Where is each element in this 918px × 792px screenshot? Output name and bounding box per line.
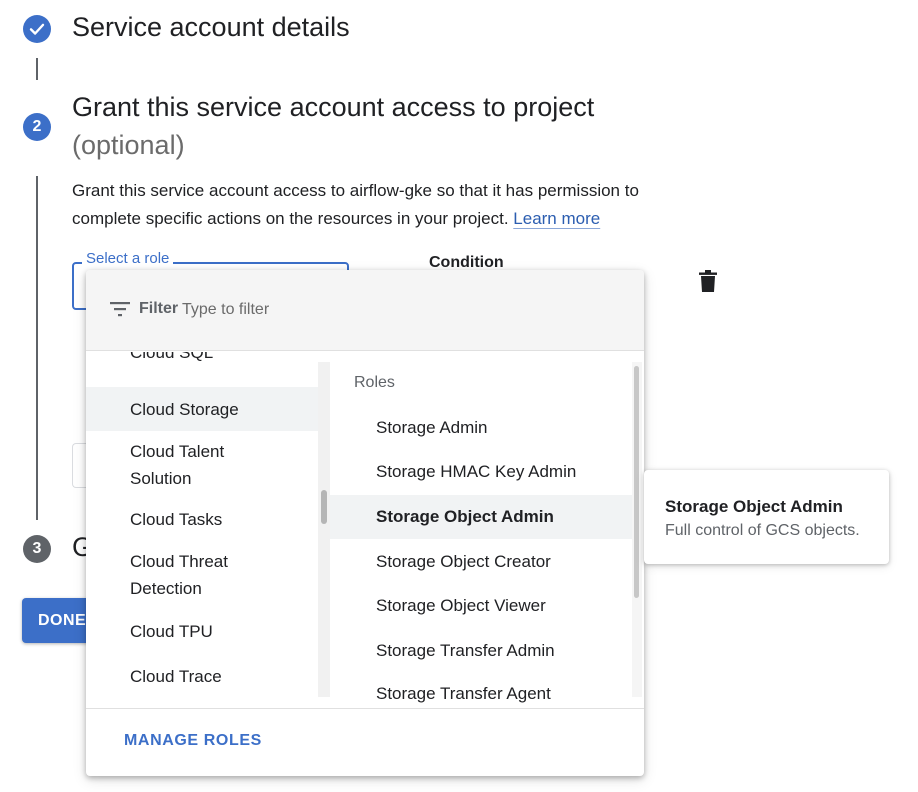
role-item[interactable]: Storage Admin bbox=[330, 406, 632, 450]
role-item[interactable]: Storage Transfer Agent bbox=[330, 672, 632, 706]
manage-roles-button[interactable]: MANAGE ROLES bbox=[124, 732, 262, 750]
category-item[interactable]: Cloud Talent Solution bbox=[86, 438, 286, 492]
tooltip-title: Storage Object Admin bbox=[665, 497, 843, 516]
role-item[interactable]: Storage Object Creator bbox=[330, 540, 632, 584]
check-icon bbox=[29, 23, 45, 35]
filter-label: Filter bbox=[139, 300, 179, 317]
step-number-3: 3 bbox=[23, 535, 51, 563]
category-list: Cloud SQL Cloud Storage Cloud Talent Sol… bbox=[86, 352, 318, 706]
step-2-description: Grant this service account access to air… bbox=[72, 177, 712, 233]
category-item[interactable]: Cloud SQL bbox=[86, 352, 318, 379]
role-item[interactable]: Storage Object Admin bbox=[330, 495, 632, 539]
roles-scrollbar-thumb[interactable] bbox=[634, 366, 639, 598]
category-scrollbar[interactable] bbox=[318, 362, 330, 697]
role-item[interactable]: Storage Transfer Admin bbox=[330, 629, 632, 673]
manage-roles-bar: MANAGE ROLES bbox=[86, 708, 644, 776]
step-number-2: 2 bbox=[23, 113, 51, 141]
role-item[interactable]: Storage HMAC Key Admin bbox=[330, 450, 632, 494]
roles-list: Roles Storage Admin Storage HMAC Key Adm… bbox=[330, 352, 632, 706]
category-item[interactable]: Cloud Trace bbox=[86, 663, 318, 690]
step-connector bbox=[36, 176, 38, 520]
step-2-title: Grant this service account access to pro… bbox=[72, 92, 595, 122]
role-item[interactable]: Storage Object Viewer bbox=[330, 584, 632, 628]
category-scrollbar-thumb[interactable] bbox=[321, 490, 327, 524]
category-item[interactable]: Cloud Storage bbox=[86, 387, 318, 431]
category-item[interactable]: Cloud Threat Detection bbox=[86, 548, 286, 602]
step-2-optional-label: (optional) bbox=[72, 130, 185, 160]
step-1-title[interactable]: Service account details bbox=[72, 12, 350, 43]
category-item[interactable]: Cloud Tasks bbox=[86, 506, 318, 533]
role-tooltip: Storage Object Admin Full control of GCS… bbox=[644, 470, 889, 564]
tooltip-description: Full control of GCS objects. bbox=[665, 522, 860, 539]
filter-bar: Filter bbox=[86, 270, 644, 351]
filter-input[interactable] bbox=[182, 298, 482, 322]
role-dropdown: Filter Cloud SQL Cloud Storage Cloud Tal… bbox=[86, 270, 644, 776]
filter-icon bbox=[110, 302, 130, 317]
trash-icon[interactable] bbox=[699, 270, 717, 292]
category-item[interactable]: Cloud TPU bbox=[86, 618, 318, 645]
roles-header: Roles bbox=[354, 374, 395, 391]
learn-more-link[interactable]: Learn more bbox=[513, 209, 600, 228]
select-role-label: Select a role bbox=[82, 250, 174, 267]
step-connector bbox=[36, 58, 38, 80]
step-complete-badge bbox=[23, 15, 51, 43]
